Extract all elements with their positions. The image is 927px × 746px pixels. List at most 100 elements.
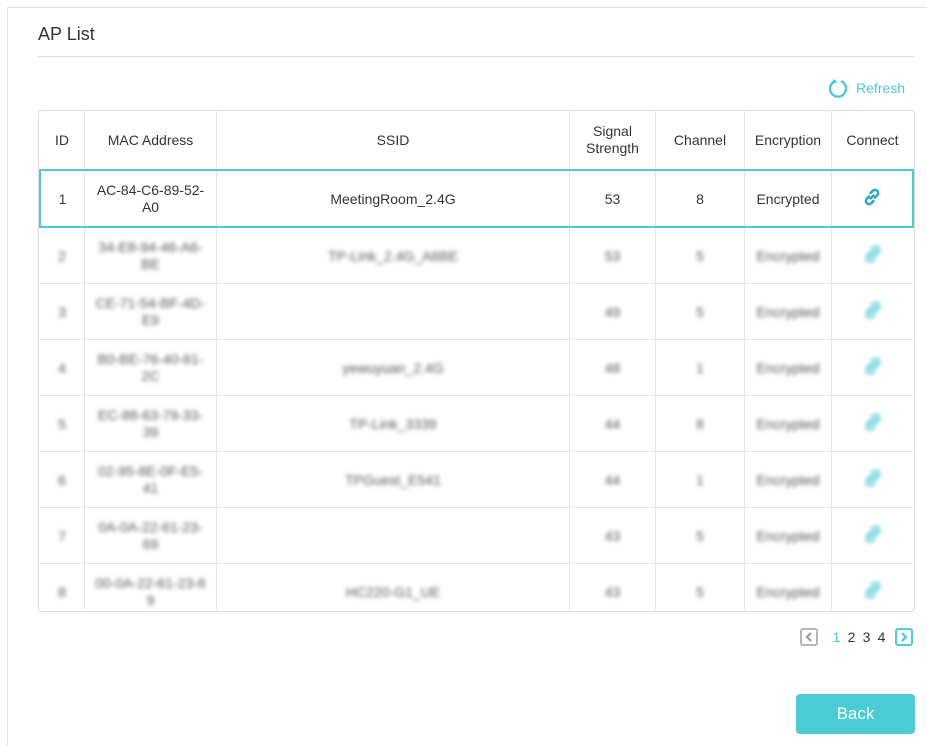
- table-header-row: ID MAC Address SSID Signal Strength Chan…: [40, 111, 913, 170]
- title-divider: [38, 56, 914, 57]
- header-channel: Channel: [655, 111, 745, 170]
- cell-ssid: HC220-G1_UE: [216, 563, 570, 611]
- page-3[interactable]: 3: [859, 629, 874, 645]
- cell-id: 6: [40, 451, 85, 508]
- cell-id: 5: [40, 395, 85, 452]
- cell-ssid: TP-Link_2.4G_A6BE: [216, 226, 570, 284]
- cell-mac: 02-95-8E-0F-E5-41: [84, 451, 217, 508]
- cell-channel: 5: [655, 563, 745, 611]
- refresh-icon: [828, 78, 848, 98]
- page-2[interactable]: 2: [844, 629, 859, 645]
- mac-address: EC-88-63-79-33-39: [97, 406, 204, 440]
- header-connect: Connect: [831, 111, 913, 170]
- cell-channel: 1: [655, 339, 745, 396]
- mac-address: B0-BE-76-40-81-2C: [97, 350, 204, 384]
- cell-encryption: Encrypted: [744, 169, 832, 228]
- cell-encryption: Encrypted: [744, 563, 832, 611]
- table-row[interactable]: 5 EC-88-63-79-33-39 TP-Link_3339 44 8 Encrypt…: [40, 395, 913, 452]
- cell-channel: 5: [655, 507, 745, 564]
- cell-mac: AC-84-C6-89-52-A0: [84, 169, 217, 228]
- cell-encryption: Encrypted: [744, 395, 832, 452]
- mac-address: 34-E8-94-46-A6-BE: [98, 238, 203, 272]
- next-page-button[interactable]: [895, 628, 913, 646]
- table-row[interactable]: 2 34-E8-94-46-A6-BE TP-Link_2.4G_A6BE 53 5 En…: [40, 226, 913, 284]
- cell-ssid: MeetingRoom_2.4G: [216, 169, 570, 228]
- cell-mac: 00-0A-22-61-23-69: [84, 563, 217, 611]
- cell-channel: 8: [655, 169, 745, 228]
- cell-signal: 44: [569, 451, 656, 508]
- cell-encryption: Encrypted: [744, 283, 832, 340]
- connect-link-icon[interactable]: [862, 355, 884, 380]
- cell-ssid: [216, 507, 570, 564]
- connect-link-icon[interactable]: [862, 467, 884, 492]
- cell-id: 1: [39, 169, 85, 228]
- table-row[interactable]: 7 0A-0A-22-61-23-69 43 5 Encrypted: [40, 507, 913, 564]
- header-signal-line1: Signal: [593, 123, 632, 139]
- cell-channel: 1: [655, 451, 745, 508]
- cell-signal: 53: [569, 226, 656, 284]
- mac-address: 02-95-8E-0F-E5-41: [97, 462, 204, 496]
- chevron-right-icon: [901, 632, 908, 642]
- cell-encryption: Encrypted: [744, 226, 832, 284]
- cell-signal: 43: [569, 563, 656, 611]
- mac-address: 0A-0A-22-61-23-69: [98, 518, 203, 552]
- page-1[interactable]: 1: [829, 629, 844, 645]
- cell-id: 7: [40, 507, 85, 564]
- page-4[interactable]: 4: [874, 629, 889, 645]
- cell-connect: [831, 339, 913, 396]
- cell-ssid: [216, 283, 570, 340]
- cell-connect: [831, 169, 914, 228]
- cell-mac: EC-88-63-79-33-39: [84, 395, 217, 452]
- cell-connect: [831, 283, 913, 340]
- cell-encryption: Encrypted: [744, 507, 832, 564]
- prev-page-button[interactable]: [800, 628, 818, 646]
- cell-connect: [831, 226, 913, 284]
- header-signal-strength: Signal Strength: [569, 111, 656, 170]
- refresh-button[interactable]: Refresh: [828, 77, 905, 99]
- cell-encryption: Encrypted: [744, 339, 832, 396]
- pagination: 1 2 3 4: [800, 628, 913, 646]
- table-row[interactable]: 1 AC-84-C6-89-52-A0 MeetingRoom_2.4G 53 8 Enc…: [39, 169, 914, 228]
- cell-id: 4: [40, 339, 85, 396]
- cell-channel: 5: [655, 283, 745, 340]
- connect-link-icon[interactable]: [862, 411, 884, 436]
- connect-link-icon[interactable]: [861, 186, 883, 211]
- cell-connect: [831, 395, 913, 452]
- cell-mac: 0A-0A-22-61-23-69: [84, 507, 217, 564]
- cell-channel: 8: [655, 395, 745, 452]
- connect-link-icon[interactable]: [862, 299, 884, 324]
- header-encryption: Encryption: [744, 111, 832, 170]
- cell-mac: B0-BE-76-40-81-2C: [84, 339, 217, 396]
- cell-signal: 44: [569, 395, 656, 452]
- cell-ssid: TP-Link_3339: [216, 395, 570, 452]
- refresh-label: Refresh: [855, 80, 905, 96]
- chevron-left-icon: [805, 632, 812, 642]
- ap-table: ID MAC Address SSID Signal Strength Chan…: [38, 110, 915, 612]
- cell-mac: CE-71-54-BF-4D-E9: [84, 283, 217, 340]
- connect-link-icon[interactable]: [862, 523, 884, 548]
- cell-signal: 48: [569, 339, 656, 396]
- cell-encryption: Encrypted: [744, 451, 832, 508]
- table-row[interactable]: 4 B0-BE-76-40-81-2C yewuyuan_2.4G 48 1 Encryp…: [40, 339, 913, 396]
- table-row[interactable]: 3 CE-71-54-BF-4D-E9 49 5 Encrypted: [40, 283, 913, 340]
- cell-signal: 49: [569, 283, 656, 340]
- cell-ssid: TPGuest_E541: [216, 451, 570, 508]
- connect-link-icon[interactable]: [862, 243, 884, 268]
- header-signal-line2: Strength: [586, 140, 639, 156]
- header-ssid: SSID: [216, 111, 570, 170]
- back-button[interactable]: Back: [796, 694, 915, 734]
- cell-id: 3: [40, 283, 85, 340]
- mac-address: CE-71-54-BF-4D-E9: [95, 294, 206, 328]
- header-mac-address: MAC Address: [84, 111, 217, 170]
- cell-id: 2: [40, 226, 85, 284]
- cell-ssid: yewuyuan_2.4G: [216, 339, 570, 396]
- mac-address: 00-0A-22-61-23-69: [95, 574, 206, 608]
- cell-connect: [831, 507, 913, 564]
- cell-signal: 53: [569, 169, 656, 228]
- cell-connect: [831, 563, 913, 611]
- table-row[interactable]: 8 00-0A-22-61-23-69 HC220-G1_UE 43 5 Encrypte…: [40, 563, 913, 611]
- header-id: ID: [55, 132, 69, 148]
- page-title: AP List: [38, 24, 95, 44]
- connect-link-icon[interactable]: [862, 579, 884, 604]
- table-row[interactable]: 6 02-95-8E-0F-E5-41 TPGuest_E541 44 1 Encrypt…: [40, 451, 913, 508]
